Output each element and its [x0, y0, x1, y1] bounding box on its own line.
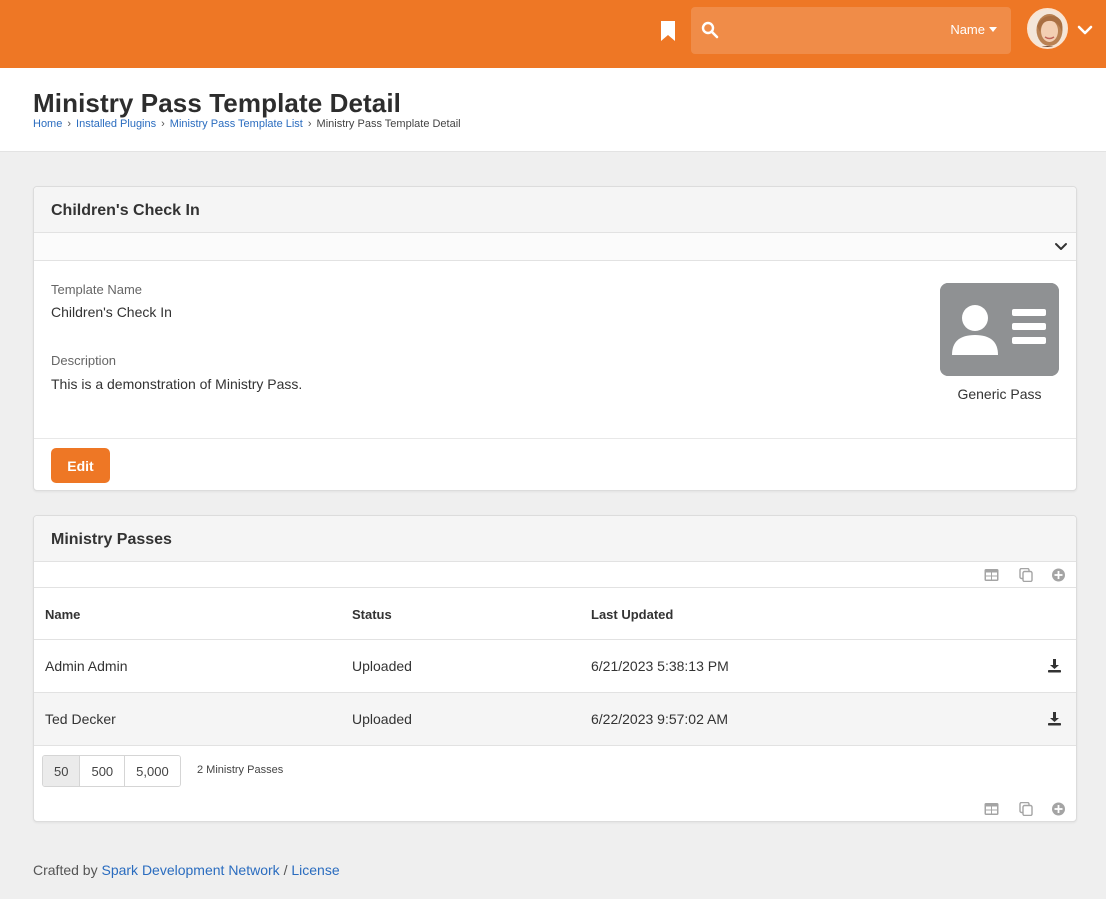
- panel-heading: Ministry Passes: [34, 516, 1076, 562]
- page-size-500[interactable]: 500: [80, 756, 126, 786]
- download-icon[interactable]: [1047, 658, 1062, 673]
- table-icon[interactable]: [984, 568, 999, 582]
- search-box: Name: [691, 7, 1011, 54]
- page-size-selector: 50 500 5,000: [42, 755, 181, 787]
- table-icon[interactable]: [984, 802, 999, 816]
- breadcrumb-current: Ministry Pass Template Detail: [316, 118, 461, 130]
- grid-actions-bottom: [34, 796, 1076, 822]
- search-input[interactable]: [727, 15, 927, 45]
- column-header-last-updated[interactable]: Last Updated: [591, 607, 673, 622]
- chevron-down-icon[interactable]: [1054, 240, 1068, 254]
- grid-header: Name Status Last Updated: [34, 588, 1076, 640]
- bookmark-icon[interactable]: [660, 21, 676, 41]
- top-bar: Name: [0, 0, 1106, 68]
- panel-drawer: [34, 233, 1076, 261]
- caret-down-icon: [989, 27, 997, 32]
- search-filter-dropdown[interactable]: Name: [950, 22, 997, 37]
- table-row[interactable]: Admin Admin Uploaded 6/21/2023 5:38:13 P…: [34, 640, 1076, 693]
- footer-separator: /: [283, 862, 288, 878]
- breadcrumb-template-list[interactable]: Ministry Pass Template List: [170, 118, 303, 130]
- cell-status: Uploaded: [352, 658, 412, 674]
- add-icon[interactable]: [1051, 568, 1066, 582]
- footer-crafted-by: Crafted by: [33, 862, 98, 878]
- breadcrumb: Home › Installed Plugins › Ministry Pass…: [33, 118, 461, 130]
- add-icon[interactable]: [1051, 802, 1066, 816]
- column-header-status[interactable]: Status: [352, 607, 392, 622]
- footer-license-link[interactable]: License: [291, 862, 339, 878]
- panel-footer: Edit: [34, 438, 1076, 491]
- breadcrumb-separator-icon: ›: [307, 118, 312, 130]
- breadcrumb-home[interactable]: Home: [33, 118, 62, 130]
- pass-type-label: Generic Pass: [957, 386, 1042, 402]
- ministry-passes-panel: Ministry Passes Name Status Last Updated…: [33, 515, 1077, 822]
- row-count: 2 Ministry Passes: [197, 764, 284, 776]
- id-card-icon: [940, 283, 1059, 376]
- avatar-image: [1029, 10, 1066, 47]
- cell-last-updated: 6/22/2023 9:57:02 AM: [591, 711, 728, 727]
- search-icon: [701, 21, 719, 39]
- footer-network-link[interactable]: Spark Development Network: [101, 862, 279, 878]
- column-header-name[interactable]: Name: [45, 607, 80, 622]
- description-label: Description: [51, 353, 117, 368]
- template-detail-panel: Children's Check In Template Name Childr…: [33, 186, 1077, 491]
- cell-status: Uploaded: [352, 711, 412, 727]
- breadcrumb-separator-icon: ›: [161, 118, 165, 130]
- page-header: Ministry Pass Template Detail Home › Ins…: [0, 68, 1106, 152]
- cell-last-updated: 6/21/2023 5:38:13 PM: [591, 658, 729, 674]
- search-filter-label: Name: [950, 22, 985, 37]
- cell-name: Ted Decker: [45, 711, 116, 727]
- page-footer: Crafted by Spark Development Network / L…: [33, 862, 340, 878]
- template-name-value: Children's Check In: [51, 304, 172, 320]
- edit-button[interactable]: Edit: [51, 448, 110, 483]
- description-value: This is a demonstration of Ministry Pass…: [51, 376, 303, 392]
- breadcrumb-installed-plugins[interactable]: Installed Plugins: [76, 118, 156, 130]
- cell-name: Admin Admin: [45, 658, 128, 674]
- template-name-label: Template Name: [51, 282, 143, 297]
- breadcrumb-separator-icon: ›: [67, 118, 72, 130]
- download-icon[interactable]: [1047, 711, 1062, 726]
- copy-icon[interactable]: [1018, 802, 1033, 816]
- page-title: Ministry Pass Template Detail: [33, 88, 401, 118]
- page-size-5000[interactable]: 5,000: [125, 756, 180, 786]
- page-size-50[interactable]: 50: [43, 756, 81, 786]
- avatar[interactable]: [1027, 8, 1068, 49]
- table-row[interactable]: Ted Decker Uploaded 6/22/2023 9:57:02 AM: [34, 693, 1076, 746]
- chevron-down-icon[interactable]: [1077, 23, 1093, 37]
- copy-icon[interactable]: [1018, 568, 1033, 582]
- grid-actions-top: [34, 562, 1076, 588]
- panel-heading: Children's Check In: [34, 187, 1076, 233]
